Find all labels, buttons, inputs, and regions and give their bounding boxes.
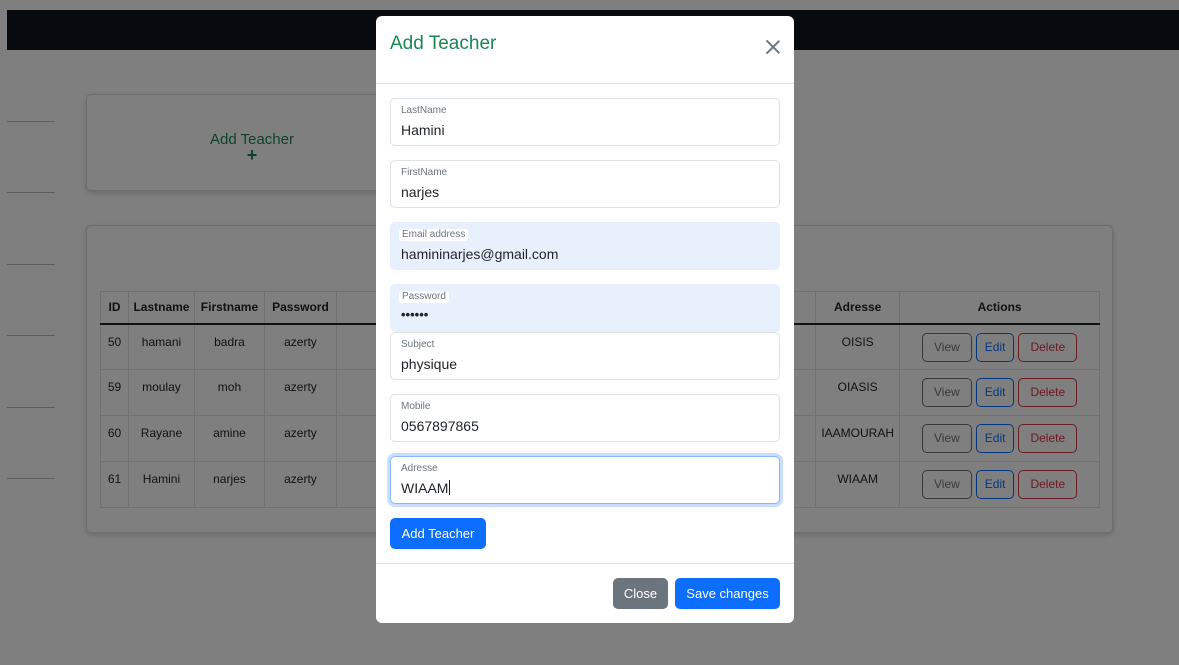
email-value: hamininarjes@gmail.com <box>401 246 559 262</box>
lastname-field[interactable]: LastName Hamini <box>390 98 780 146</box>
firstname-label: FirstName <box>401 167 448 178</box>
add-teacher-modal: Add Teacher LastName Hamini FirstName na… <box>376 16 794 623</box>
modal-title: Add Teacher <box>390 33 497 54</box>
adresse-value-wrap: WIAAM <box>401 479 451 497</box>
password-field[interactable]: Password •••••• <box>390 284 780 332</box>
adresse-field[interactable]: Adresse WIAAM <box>390 456 780 504</box>
close-icon[interactable] <box>766 40 780 54</box>
mobile-label: Mobile <box>401 401 431 412</box>
modal-footer: Close Save changes <box>376 563 794 623</box>
lastname-label: LastName <box>401 105 447 116</box>
adresse-label: Adresse <box>401 463 438 474</box>
mobile-field[interactable]: Mobile 0567897865 <box>390 394 780 442</box>
modal-header: Add Teacher <box>376 16 794 84</box>
save-changes-button[interactable]: Save changes <box>675 578 780 609</box>
subject-value: physique <box>401 356 458 372</box>
password-value: •••••• <box>401 307 429 322</box>
firstname-value: narjes <box>401 184 440 200</box>
add-teacher-button[interactable]: Add Teacher <box>390 518 486 549</box>
mobile-value: 0567897865 <box>401 418 479 434</box>
lastname-value: Hamini <box>401 122 445 138</box>
text-caret <box>449 480 451 495</box>
subject-field[interactable]: Subject physique <box>390 332 780 380</box>
firstname-field[interactable]: FirstName narjes <box>390 160 780 208</box>
adresse-value: WIAAM <box>401 480 449 496</box>
close-button[interactable]: Close <box>613 578 668 609</box>
email-field[interactable]: Email address hamininarjes@gmail.com <box>390 222 780 270</box>
email-label: Email address <box>399 229 469 241</box>
password-label: Password <box>399 291 449 303</box>
subject-label: Subject <box>401 339 435 350</box>
